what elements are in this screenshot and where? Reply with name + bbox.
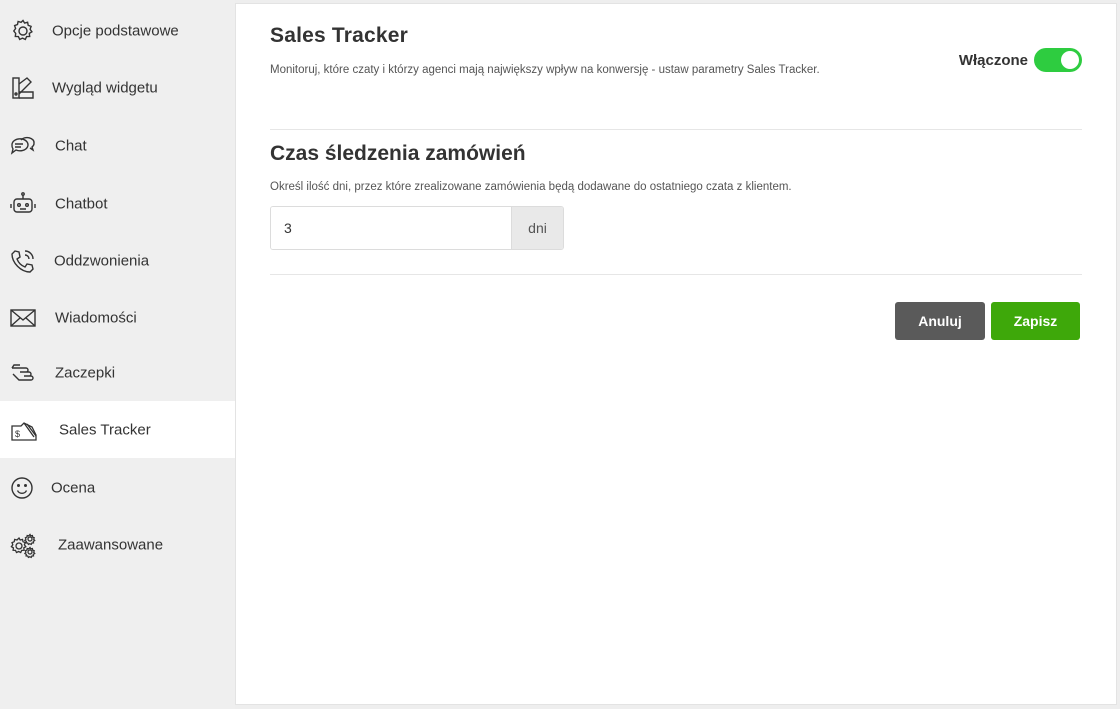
gear-icon <box>9 17 37 45</box>
enabled-toggle[interactable] <box>1034 48 1082 72</box>
sidebar-item-label: Opcje podstawowe <box>52 22 179 39</box>
days-input-group: dni <box>270 206 564 250</box>
gears-icon <box>9 531 37 559</box>
enabled-toggle-group: Włączone <box>959 48 1082 72</box>
days-suffix: dni <box>511 207 563 249</box>
sidebar: Opcje podstawowe Wygląd widgetu Chat Cha… <box>0 0 235 709</box>
divider <box>270 129 1082 130</box>
envelope-icon <box>9 304 37 332</box>
sidebar-item-label: Chat <box>55 137 87 154</box>
sidebar-item-opcje-podstawowe[interactable]: Opcje podstawowe <box>0 2 235 59</box>
sidebar-item-oddzwonienia[interactable]: Oddzwonienia <box>0 232 235 289</box>
robot-icon <box>9 190 37 218</box>
sidebar-item-label: Oddzwonienia <box>54 252 150 269</box>
save-button[interactable]: Zapisz <box>991 302 1080 340</box>
chat-bubbles-icon <box>9 132 37 160</box>
hand-icon <box>9 359 37 387</box>
page-description: Monitoruj, które czaty i którzy agenci m… <box>270 64 820 76</box>
sidebar-item-label: Ocena <box>51 479 96 496</box>
app: Opcje podstawowe Wygląd widgetu Chat Cha… <box>0 0 1120 709</box>
sidebar-item-chatbot[interactable]: Chatbot <box>0 175 235 232</box>
sidebar-item-wiadomosci[interactable]: Wiadomości <box>0 289 235 346</box>
days-input[interactable] <box>271 207 511 249</box>
sidebar-item-label: Chatbot <box>55 195 108 212</box>
toggle-label: Włączone <box>958 51 1028 69</box>
section-title: Czas śledzenia zamówień <box>270 142 526 165</box>
page-title: Sales Tracker <box>270 24 409 47</box>
sidebar-item-ocena[interactable]: Ocena <box>0 459 235 516</box>
sidebar-item-zaczepki[interactable]: Zaczepki <box>0 344 235 401</box>
palette-icon <box>9 74 37 102</box>
sidebar-item-label: Zaawansowane <box>58 536 164 553</box>
divider <box>270 274 1082 275</box>
sidebar-item-label: Wiadomości <box>55 309 137 326</box>
cancel-button[interactable]: Anuluj <box>895 302 985 340</box>
phone-icon <box>9 247 37 275</box>
smiley-icon <box>9 474 37 502</box>
sidebar-item-sales-tracker[interactable]: $ Sales Tracker <box>0 401 235 458</box>
svg-text:$: $ <box>15 429 20 439</box>
money-tag-icon: $ <box>10 416 38 444</box>
settings-panel: Sales Tracker Monitoruj, które czaty i k… <box>235 3 1117 705</box>
toggle-knob <box>1061 51 1079 69</box>
sidebar-item-chat[interactable]: Chat <box>0 117 235 174</box>
sidebar-item-label: Zaczepki <box>55 364 116 381</box>
sidebar-item-wyglad-widgetu[interactable]: Wygląd widgetu <box>0 59 235 116</box>
sidebar-item-label: Sales Tracker <box>59 421 151 438</box>
sidebar-item-label: Wygląd widgetu <box>52 79 158 96</box>
sidebar-item-zaawansowane[interactable]: Zaawansowane <box>0 516 235 573</box>
section-description: Określ ilość dni, przez które zrealizowa… <box>270 181 792 193</box>
